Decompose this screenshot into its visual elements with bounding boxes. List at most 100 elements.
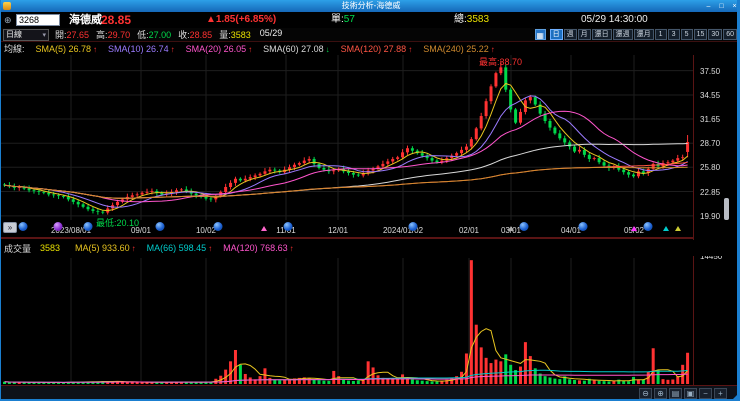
- event-marker-circle[interactable]: [519, 222, 529, 231]
- sma-indicator-row[interactable]: 均線: SMA(5) 26.78 ↑ SMA(10) 26.74 ↑ SMA(20) 2…: [1, 42, 737, 55]
- lowest-price-label: 最低:20.10: [96, 218, 140, 228]
- scrollbar-thumb[interactable]: [724, 198, 729, 220]
- event-marker-circle[interactable]: [213, 222, 223, 231]
- price-chart[interactable]: [1, 55, 693, 220]
- volume-total: 3583: [40, 243, 61, 253]
- event-marker-circle[interactable]: [643, 222, 653, 231]
- single-volume-value: 57: [343, 14, 355, 25]
- volume-indicator-row[interactable]: 成交量 3583 MA(5) 933.60 ↑ MA(66) 598.45 ↑ MA(1…: [1, 240, 737, 256]
- window-title: 技術分析-海德威: [341, 1, 401, 10]
- event-marker-triangle[interactable]: [261, 226, 267, 231]
- period-button-月[interactable]: 月: [577, 29, 591, 40]
- timeframe-dropdown[interactable]: 日線 ▾: [3, 28, 49, 41]
- period-button-30[interactable]: 30: [708, 29, 723, 40]
- price-axis-label: 37.50: [700, 66, 721, 76]
- minimize-button[interactable]: –: [702, 1, 715, 12]
- chart-type-icon[interactable]: ▦: [534, 29, 546, 40]
- event-marker-triangle[interactable]: [663, 226, 669, 231]
- date-label: 12/01: [327, 226, 349, 235]
- resize-grip-icon[interactable]: [732, 392, 737, 399]
- event-marker-circle[interactable]: [18, 222, 28, 231]
- indicator-SMA(5): SMA(5) 26.78 ↑: [35, 43, 98, 54]
- title-bar: 技術分析-海德威 – □ ×: [1, 0, 737, 12]
- timeframe-value: 日線: [6, 30, 22, 39]
- ohlc-readout: 開:27.65 高:29.70 低:27.00 收:28.85 量:3583 05/29: [55, 28, 282, 41]
- ohlc-量: 量:3583: [219, 30, 251, 40]
- app-window: 技術分析-海德威 –□× ⊕ 海德威 28.85 ▲1.85(+6.85%) 單…: [0, 0, 740, 401]
- chart-toolbar: 日線 ▾ 開:27.65 高:29.70 低:27.00 收:28.85 量:3583 0…: [1, 28, 737, 42]
- period-button-日[interactable]: 日: [549, 29, 563, 40]
- price-axis-label: 19.90: [700, 211, 721, 221]
- indicator-SMA(240): SMA(240) 25.22 ↑: [423, 43, 495, 54]
- event-marker-circle[interactable]: [155, 222, 165, 231]
- ohlc-date: 05/29: [259, 28, 283, 38]
- window-controls: – □ ×: [702, 1, 737, 12]
- date-label: 02/01: [458, 226, 480, 235]
- indicator-SMA(20): SMA(20) 26.05 ↑: [185, 43, 253, 54]
- down-arrow-icon: ↓: [325, 44, 330, 54]
- indicator-SMA(120): SMA(120) 27.88 ↑: [340, 43, 413, 54]
- up-arrow-icon: ↑: [131, 244, 136, 253]
- bottom-icons: ⊖ ⊕ ▤ ▣ − +: [637, 388, 727, 399]
- total-volume-label: 總:: [454, 14, 467, 25]
- panel-icon[interactable]: ▤: [669, 388, 682, 399]
- total-volume-value: 3583: [466, 14, 490, 25]
- price-axis-label: 34.55: [700, 91, 721, 100]
- period-button-還日[interactable]: 還日: [591, 29, 612, 40]
- stock-change: ▲1.85(+6.85%): [206, 14, 277, 25]
- highest-price-label: 最高:38.70: [479, 57, 523, 67]
- period-button-還月[interactable]: 還月: [633, 29, 654, 40]
- event-marker-circle[interactable]: [283, 222, 293, 231]
- up-arrow-icon: ↑: [490, 44, 495, 54]
- close-button[interactable]: ×: [728, 1, 737, 12]
- event-marker-circle[interactable]: [83, 222, 93, 231]
- indicator-SMA(10): SMA(10) 26.74 ↑: [108, 43, 175, 54]
- indicator-MA(5): MA(5) 933.60 ↑: [75, 243, 136, 253]
- expand-axis-button[interactable]: »: [3, 222, 17, 233]
- minus-icon[interactable]: −: [699, 388, 712, 399]
- stock-price: 28.85: [101, 13, 132, 27]
- maximize-button[interactable]: □: [715, 1, 728, 12]
- ohlc-低: 低:27.00: [137, 30, 172, 40]
- event-marker-circle[interactable]: [53, 222, 63, 231]
- ohlc-高: 高:29.70: [96, 30, 131, 40]
- event-marker-circle[interactable]: [578, 222, 588, 231]
- indicator-MA(120): MA(120) 768.63 ↑: [223, 243, 294, 253]
- event-marker-circle[interactable]: [408, 222, 418, 231]
- price-axis-label: 22.85: [700, 187, 721, 197]
- ohlc-收: 收:28.85: [178, 30, 213, 40]
- period-button-15[interactable]: 15: [693, 29, 708, 40]
- up-arrow-icon: ↑: [208, 244, 213, 253]
- single-volume-label: 單:: [331, 14, 344, 25]
- zoom-out-icon[interactable]: ⊖: [639, 388, 652, 399]
- plus-icon[interactable]: +: [714, 388, 727, 399]
- event-marker-triangle[interactable]: [631, 226, 637, 231]
- period-button-3[interactable]: 3: [667, 29, 680, 40]
- price-axis-label: 25.80: [700, 163, 721, 173]
- stock-picker-icon[interactable]: ⊕: [4, 12, 12, 28]
- up-arrow-icon: ↑: [248, 44, 253, 54]
- price-axis-label: 28.70: [700, 139, 721, 149]
- zoom-in-icon[interactable]: ⊕: [654, 388, 667, 399]
- sma-items: SMA(5) 26.78 ↑ SMA(10) 26.74 ↑ SMA(20) 26.05…: [25, 44, 495, 54]
- period-button-60[interactable]: 60: [723, 29, 737, 40]
- event-marker-triangle[interactable]: [508, 226, 514, 231]
- period-button-還週[interactable]: 還週: [612, 29, 633, 40]
- sma-row-label: 均線:: [4, 44, 25, 54]
- volume-ma-items: MA(5) 933.60 ↑ MA(66) 598.45 ↑ MA(120) 768.6…: [64, 243, 294, 253]
- stock-code-input[interactable]: [16, 14, 60, 26]
- quote-datetime: 05/29 14:30:00: [581, 14, 648, 25]
- up-arrow-icon: ↑: [289, 244, 294, 253]
- period-button-週[interactable]: 週: [563, 29, 577, 40]
- event-marker-triangle[interactable]: [675, 226, 681, 231]
- up-arrow-icon: ↑: [170, 44, 175, 54]
- layout-icon[interactable]: ▣: [684, 388, 697, 399]
- volume-chart[interactable]: [1, 258, 693, 384]
- period-button-5[interactable]: 5: [680, 29, 693, 40]
- bottom-status-bar: ⊖ ⊕ ▤ ▣ − +: [1, 386, 737, 399]
- period-button-1[interactable]: 1: [654, 29, 667, 40]
- ohlc-開: 開:27.65: [55, 30, 90, 40]
- price-axis-column: 37.50 34.55 31.65 28.70 25.80 22.85 19.90 1445…: [693, 55, 737, 385]
- indicator-MA(66): MA(66) 598.45 ↑: [146, 243, 213, 253]
- single-volume: 單:57: [331, 12, 355, 28]
